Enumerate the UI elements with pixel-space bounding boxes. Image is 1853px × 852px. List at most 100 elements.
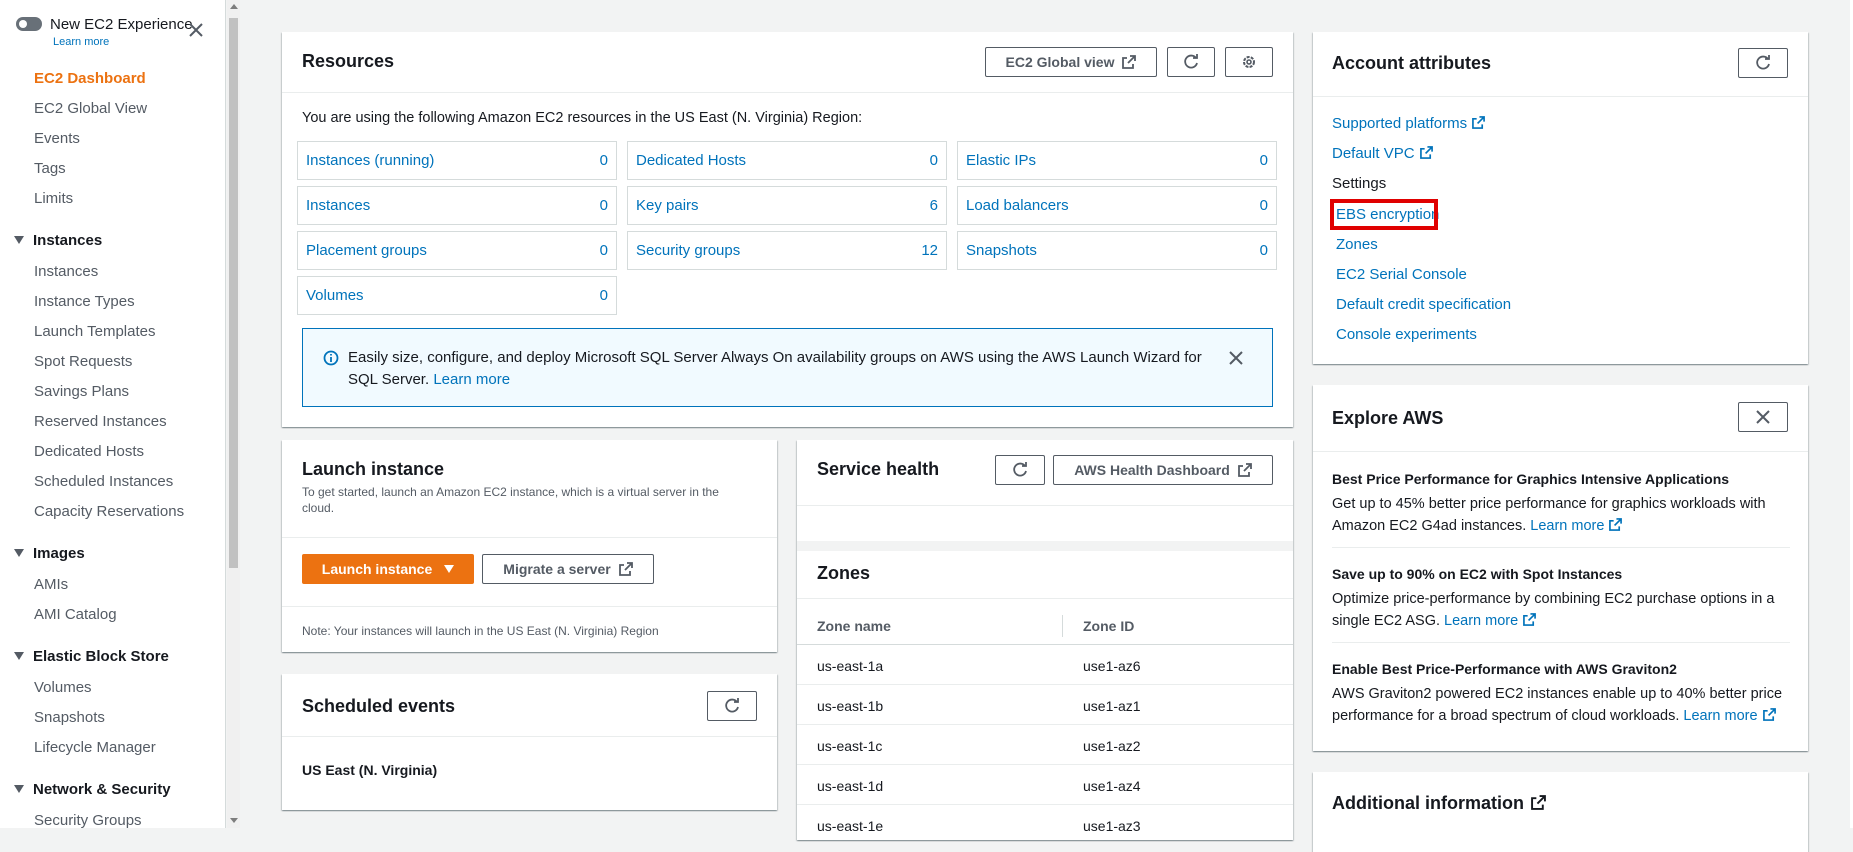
settings-label: Settings	[1332, 175, 1387, 192]
ebs-encryption-highlight-box	[1330, 199, 1438, 230]
scheduled-events-panel: Scheduled events US East (N. Virginia)	[282, 674, 777, 810]
explore-aws-title: Explore AWS	[1332, 408, 1444, 428]
sidebar-item-ec2-global-view[interactable]: EC2 Global View	[34, 100, 147, 117]
sidebar-item-tags[interactable]: Tags	[34, 160, 66, 177]
additional-information-title[interactable]: Additional information	[1332, 793, 1546, 814]
caret-down-icon	[14, 785, 24, 793]
divider	[282, 736, 777, 737]
sidebar-section-elastic-block-store[interactable]: Elastic Block Store	[14, 648, 169, 665]
explore-aws-panel: Explore AWS Best Price Performance for G…	[1313, 385, 1808, 751]
refresh-button[interactable]	[1167, 47, 1215, 77]
refresh-button[interactable]	[707, 691, 757, 721]
refresh-icon	[1756, 55, 1770, 70]
divider	[797, 724, 1293, 725]
zone-id-cell: use1-az6	[1083, 658, 1141, 674]
service-health-title: Service health	[817, 459, 940, 479]
external-link-icon	[1122, 55, 1137, 69]
sidebar-item-limits[interactable]: Limits	[34, 190, 73, 207]
explore-item-heading: Enable Best Price-Performance with AWS G…	[1332, 661, 1677, 677]
sidebar-item-reserved-instances[interactable]: Reserved Instances	[34, 413, 167, 430]
sidebar-item-snapshots[interactable]: Snapshots	[34, 709, 105, 726]
new-experience-learn-more-link[interactable]: Learn more	[53, 36, 109, 48]
zone-name-cell: us-east-1e	[817, 818, 884, 834]
scheduled-events-title: Scheduled events	[302, 696, 456, 716]
external-link-icon	[1419, 146, 1433, 159]
resource-card[interactable]: Volumes 0	[297, 276, 617, 315]
zones-link[interactable]: Zones	[1336, 236, 1378, 253]
learn-more-link[interactable]: Learn more	[1683, 708, 1776, 724]
resource-card[interactable]: Instances (running) 0	[297, 141, 617, 180]
sidebar-item-instances[interactable]: Instances	[34, 263, 98, 280]
sidebar-item-ami-catalog[interactable]: AMI Catalog	[34, 606, 117, 623]
resource-card[interactable]: Snapshots 0	[957, 231, 1277, 270]
info-icon	[323, 350, 339, 366]
sidebar-item-spot-requests[interactable]: Spot Requests	[34, 353, 132, 370]
close-icon[interactable]	[188, 22, 204, 38]
new-experience-toggle[interactable]	[16, 17, 42, 31]
sidebar-scrollbar[interactable]	[227, 0, 240, 828]
sidebar-item-savings-plans[interactable]: Savings Plans	[34, 383, 129, 400]
scroll-down-arrow-icon[interactable]	[230, 818, 238, 823]
divider	[1332, 547, 1790, 548]
sidebar-item-volumes[interactable]: Volumes	[34, 679, 92, 696]
resource-card[interactable]: Key pairs 6	[627, 186, 947, 225]
resource-card[interactable]: Dedicated Hosts 0	[627, 141, 947, 180]
zone-name-cell: us-east-1a	[817, 658, 884, 674]
learn-more-link[interactable]: Learn more	[1444, 613, 1537, 629]
default-credit-specification-link[interactable]: Default credit specification	[1336, 296, 1511, 313]
explore-item-heading: Save up to 90% on EC2 with Spot Instance…	[1332, 566, 1623, 582]
scroll-up-arrow-icon[interactable]	[230, 4, 238, 9]
sidebar-section-images[interactable]: Images	[14, 545, 85, 562]
zone-name-cell: us-east-1d	[817, 778, 884, 794]
supported-platforms-link[interactable]: Supported platforms	[1332, 115, 1485, 132]
ec2-global-view-button[interactable]: EC2 Global view	[985, 47, 1157, 77]
divider	[797, 764, 1293, 765]
scroll-thumb[interactable]	[229, 18, 238, 568]
sidebar-item-ec2-dashboard[interactable]: EC2 Dashboard	[34, 70, 146, 87]
console-experiments-link[interactable]: Console experiments	[1336, 326, 1477, 343]
resources-panel: Resources EC2 Global view You are using …	[282, 32, 1293, 427]
account-attributes-title: Account attributes	[1332, 53, 1492, 73]
external-link-icon	[1531, 795, 1546, 810]
external-link-icon	[1762, 708, 1776, 721]
launch-instance-title: Launch instance	[302, 459, 445, 479]
refresh-button[interactable]	[1738, 48, 1788, 78]
divider	[797, 644, 1293, 645]
launch-instance-button[interactable]: Launch instance	[302, 554, 474, 584]
settings-button[interactable]	[1225, 47, 1273, 77]
caret-down-icon	[444, 565, 455, 573]
sidebar-section-instances[interactable]: Instances	[14, 232, 102, 249]
ec2-serial-console-link[interactable]: EC2 Serial Console	[1336, 266, 1467, 283]
sidebar-item-launch-templates[interactable]: Launch Templates	[34, 323, 155, 340]
sidebar-item-scheduled-instances[interactable]: Scheduled Instances	[34, 473, 173, 490]
sidebar-section-network-security[interactable]: Network & Security	[14, 781, 171, 798]
migrate-server-button[interactable]: Migrate a server	[482, 554, 654, 584]
new-experience-label: New EC2 Experience	[50, 16, 193, 33]
sidebar: New EC2 Experience Learn more EC2 Dashbo…	[0, 0, 226, 828]
learn-more-link[interactable]: Learn more	[1530, 518, 1623, 534]
alert-learn-more-link[interactable]: Learn more	[433, 371, 510, 388]
sidebar-item-capacity-reservations[interactable]: Capacity Reservations	[34, 503, 184, 520]
aws-health-dashboard-button[interactable]: AWS Health Dashboard	[1053, 455, 1273, 485]
sidebar-item-events[interactable]: Events	[34, 130, 80, 147]
zones-column-id[interactable]: Zone ID	[1083, 618, 1134, 634]
close-icon[interactable]	[1228, 350, 1244, 366]
resource-card[interactable]: Instances 0	[297, 186, 617, 225]
resource-card[interactable]: Load balancers 0	[957, 186, 1277, 225]
resources-title: Resources	[302, 51, 395, 71]
resource-card[interactable]: Elastic IPs 0	[957, 141, 1277, 180]
resource-card[interactable]: Security groups 12	[627, 231, 947, 270]
resource-card[interactable]: Placement groups 0	[297, 231, 617, 270]
sidebar-item-security-groups[interactable]: Security Groups	[34, 812, 142, 828]
default-vpc-link[interactable]: Default VPC	[1332, 145, 1433, 162]
close-button[interactable]	[1738, 402, 1788, 432]
sidebar-item-dedicated-hosts[interactable]: Dedicated Hosts	[34, 443, 144, 460]
resources-intro: You are using the following Amazon EC2 r…	[302, 110, 863, 126]
explore-item-body: AWS Graviton2 powered EC2 instances enab…	[1332, 686, 1783, 724]
sidebar-item-amis[interactable]: AMIs	[34, 576, 68, 593]
sidebar-item-instance-types[interactable]: Instance Types	[34, 293, 135, 310]
sidebar-item-lifecycle-manager[interactable]: Lifecycle Manager	[34, 739, 156, 756]
external-link-icon	[1523, 613, 1537, 626]
refresh-button[interactable]	[995, 455, 1045, 485]
zones-column-name[interactable]: Zone name	[817, 618, 891, 634]
